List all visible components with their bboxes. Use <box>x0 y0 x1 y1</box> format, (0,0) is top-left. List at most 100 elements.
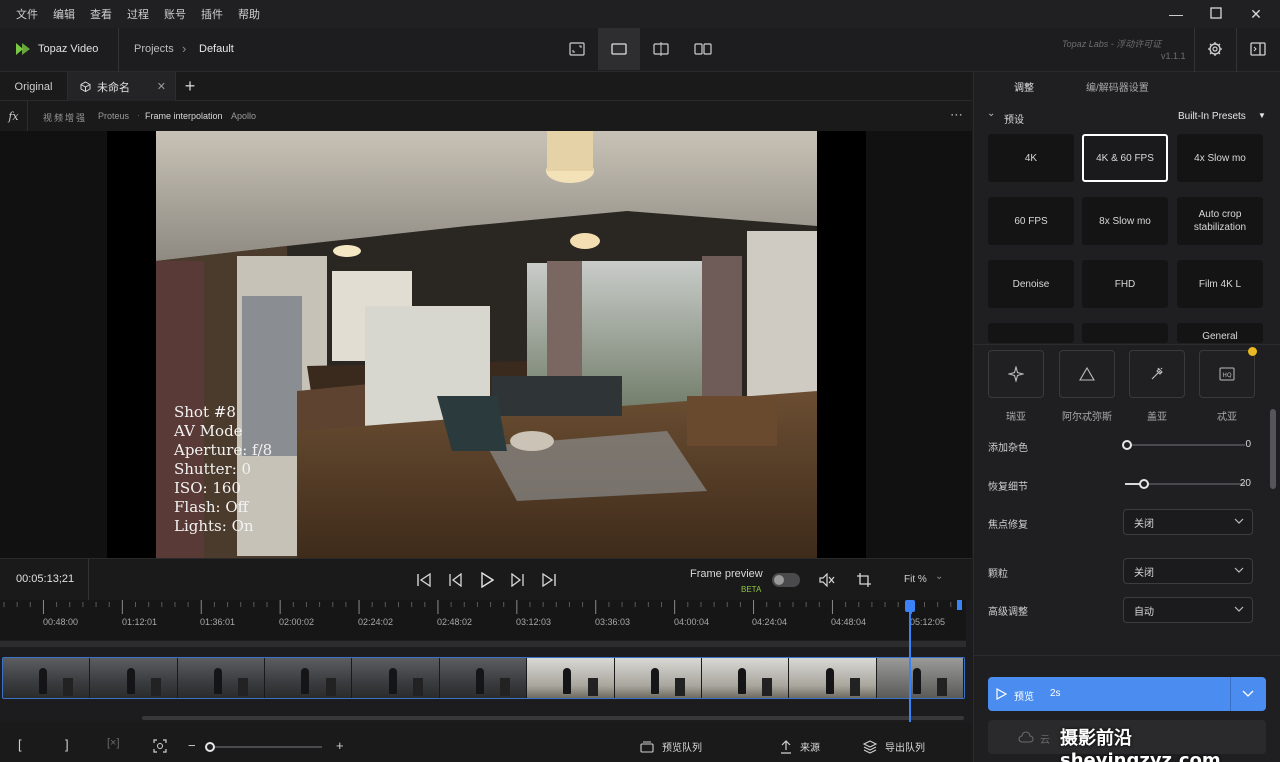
focus-fix-dropdown[interactable]: 关闭 <box>1123 509 1253 535</box>
breadcrumb-current[interactable]: Default <box>199 43 234 55</box>
timecode[interactable]: 00:05:13;21 <box>16 573 74 585</box>
advanced-dropdown[interactable]: 自动 <box>1123 597 1253 623</box>
grain-dropdown[interactable]: 关闭 <box>1123 558 1253 584</box>
settings-button[interactable] <box>1207 41 1223 60</box>
preview-button[interactable]: 预览 2s <box>988 677 1266 711</box>
go-to-end-button[interactable] <box>539 570 559 590</box>
thumbnail <box>352 658 440 698</box>
more-options-icon[interactable]: ⋯ <box>950 107 964 123</box>
filter-enhance-model[interactable]: Proteus <box>98 111 129 121</box>
caret-down-icon[interactable]: ▼ <box>1258 111 1266 120</box>
tab-original[interactable]: Original <box>0 72 68 101</box>
menu-view[interactable]: 查看 <box>90 6 112 22</box>
fx-icon[interactable]: fx <box>0 101 28 131</box>
close-window-icon[interactable]: ✕ <box>1246 4 1266 24</box>
view-side-by-side-button[interactable] <box>682 28 724 70</box>
panel-scrollbar[interactable] <box>1270 409 1276 489</box>
frame-preview-toggle[interactable] <box>772 573 800 587</box>
prev-frame-button[interactable] <box>445 570 465 590</box>
view-single-button[interactable] <box>598 28 640 70</box>
preset-4k[interactable]: 4K <box>988 134 1074 182</box>
menu-file[interactable]: 文件 <box>16 6 38 22</box>
playhead[interactable] <box>909 600 911 724</box>
model-label: 忒亚 <box>1217 412 1237 423</box>
next-frame-button[interactable] <box>508 570 528 590</box>
zoom-to-fit-button[interactable] <box>153 739 167 756</box>
crop-button[interactable] <box>854 570 874 590</box>
preset-general[interactable]: General <box>1177 323 1263 343</box>
tab-current[interactable]: 未命名 ✕ <box>68 72 176 101</box>
menu-account[interactable]: 账号 <box>164 6 186 22</box>
filter-interp-label[interactable]: Frame interpolation <box>145 111 223 121</box>
view-split-button[interactable] <box>640 28 682 70</box>
filter-interp-model[interactable]: Apollo <box>231 111 256 121</box>
zoom-slider[interactable] <box>210 746 322 748</box>
zoom-out-icon[interactable]: − <box>188 738 196 753</box>
chevron-down-icon[interactable]: ⌄ <box>935 571 943 582</box>
preset-item[interactable] <box>1082 323 1168 343</box>
zoom-fit-icon <box>153 739 167 753</box>
toggle-panel-button[interactable] <box>1250 42 1266 59</box>
tab-adjust[interactable]: 调整 <box>1014 79 1034 94</box>
presets-dropdown[interactable]: Built-In Presets <box>1178 111 1246 122</box>
zoom-fit-select[interactable]: Fit % <box>904 574 927 585</box>
end-marker[interactable] <box>957 600 962 610</box>
tab-codec[interactable]: 编/解码器设置 <box>1086 79 1149 94</box>
model-theia[interactable]: HQ <box>1199 350 1255 398</box>
thumbnail <box>876 658 964 698</box>
close-tab-icon[interactable]: ✕ <box>157 80 166 93</box>
ruler-label: 01:12:01 <box>122 617 158 627</box>
mute-button[interactable] <box>817 570 837 590</box>
ruler-label: 05:12:05 <box>910 617 946 627</box>
preview-queue-button[interactable]: 预览队列 <box>640 739 702 754</box>
filter-enhance-label[interactable]: 视频增强 <box>43 111 87 124</box>
menu-process[interactable]: 过程 <box>127 6 149 22</box>
zoom-in-icon[interactable]: + <box>336 738 344 753</box>
playhead-handle[interactable] <box>905 600 915 612</box>
track-scrollbar[interactable] <box>0 641 966 647</box>
clear-marks-icon[interactable]: [×] <box>107 737 120 749</box>
model-rhea[interactable] <box>988 350 1044 398</box>
preset-fhd[interactable]: FHD <box>1082 260 1168 308</box>
model-artemis[interactable] <box>1059 350 1115 398</box>
preset-item[interactable] <box>988 323 1074 343</box>
video-overlay-text: Shot #8 AV Mode Aperture: f/8 Shutter: 0… <box>174 403 273 535</box>
menu-plugins[interactable]: 插件 <box>201 6 223 22</box>
preset-8x-slowmo[interactable]: 8x Slow mo <box>1082 197 1168 245</box>
video-frame[interactable]: Shot #8 AV Mode Aperture: f/8 Shutter: 0… <box>107 131 866 558</box>
chevron-down-icon[interactable] <box>1242 689 1254 699</box>
breadcrumb-projects[interactable]: Projects <box>134 43 174 55</box>
timeline-ruler[interactable]: 00:48:00 01:12:01 01:36:01 02:00:02 02:2… <box>0 600 966 640</box>
chevron-down-icon[interactable]: ⌄ <box>987 108 995 119</box>
preset-auto-crop[interactable]: Auto crop stabilization <box>1177 197 1263 245</box>
add-noise-value[interactable]: 0 <box>1221 439 1251 450</box>
preset-4k-60fps[interactable]: 4K & 60 FPS <box>1082 134 1168 182</box>
add-tab-icon[interactable]: + <box>180 72 200 101</box>
maximize-icon[interactable] <box>1206 4 1226 24</box>
focus-fix-label: 焦点修复 <box>988 520 1028 531</box>
preset-film-4k-l[interactable]: Film 4K L <box>1177 260 1263 308</box>
menu-edit[interactable]: 编辑 <box>53 6 75 22</box>
minimize-icon[interactable]: — <box>1166 4 1186 24</box>
preset-4x-slowmo[interactable]: 4x Slow mo <box>1177 134 1263 182</box>
source-button[interactable]: 来源 <box>780 739 820 754</box>
play-button[interactable] <box>477 570 497 590</box>
mark-out-icon[interactable]: ] <box>65 737 69 752</box>
mark-in-icon[interactable]: [ <box>18 737 22 752</box>
advanced-label: 高级调整 <box>988 607 1028 618</box>
horizontal-scrollbar[interactable] <box>142 716 964 720</box>
recover-detail-knob[interactable] <box>1139 479 1149 489</box>
zoom-slider-knob[interactable] <box>205 742 215 752</box>
model-gaia[interactable] <box>1129 350 1185 398</box>
export-queue-button[interactable]: 导出队列 <box>863 739 925 754</box>
preset-60fps[interactable]: 60 FPS <box>988 197 1074 245</box>
filmstrip[interactable] <box>2 657 965 699</box>
add-noise-knob[interactable] <box>1122 440 1132 450</box>
ruler-label: 03:36:03 <box>595 617 631 627</box>
chevron-down-icon <box>1234 606 1244 612</box>
recover-detail-value[interactable]: 20 <box>1221 478 1251 489</box>
go-to-start-button[interactable] <box>414 570 434 590</box>
menu-help[interactable]: 帮助 <box>238 6 260 22</box>
view-fullscreen-button[interactable] <box>556 28 598 70</box>
preset-denoise[interactable]: Denoise <box>988 260 1074 308</box>
